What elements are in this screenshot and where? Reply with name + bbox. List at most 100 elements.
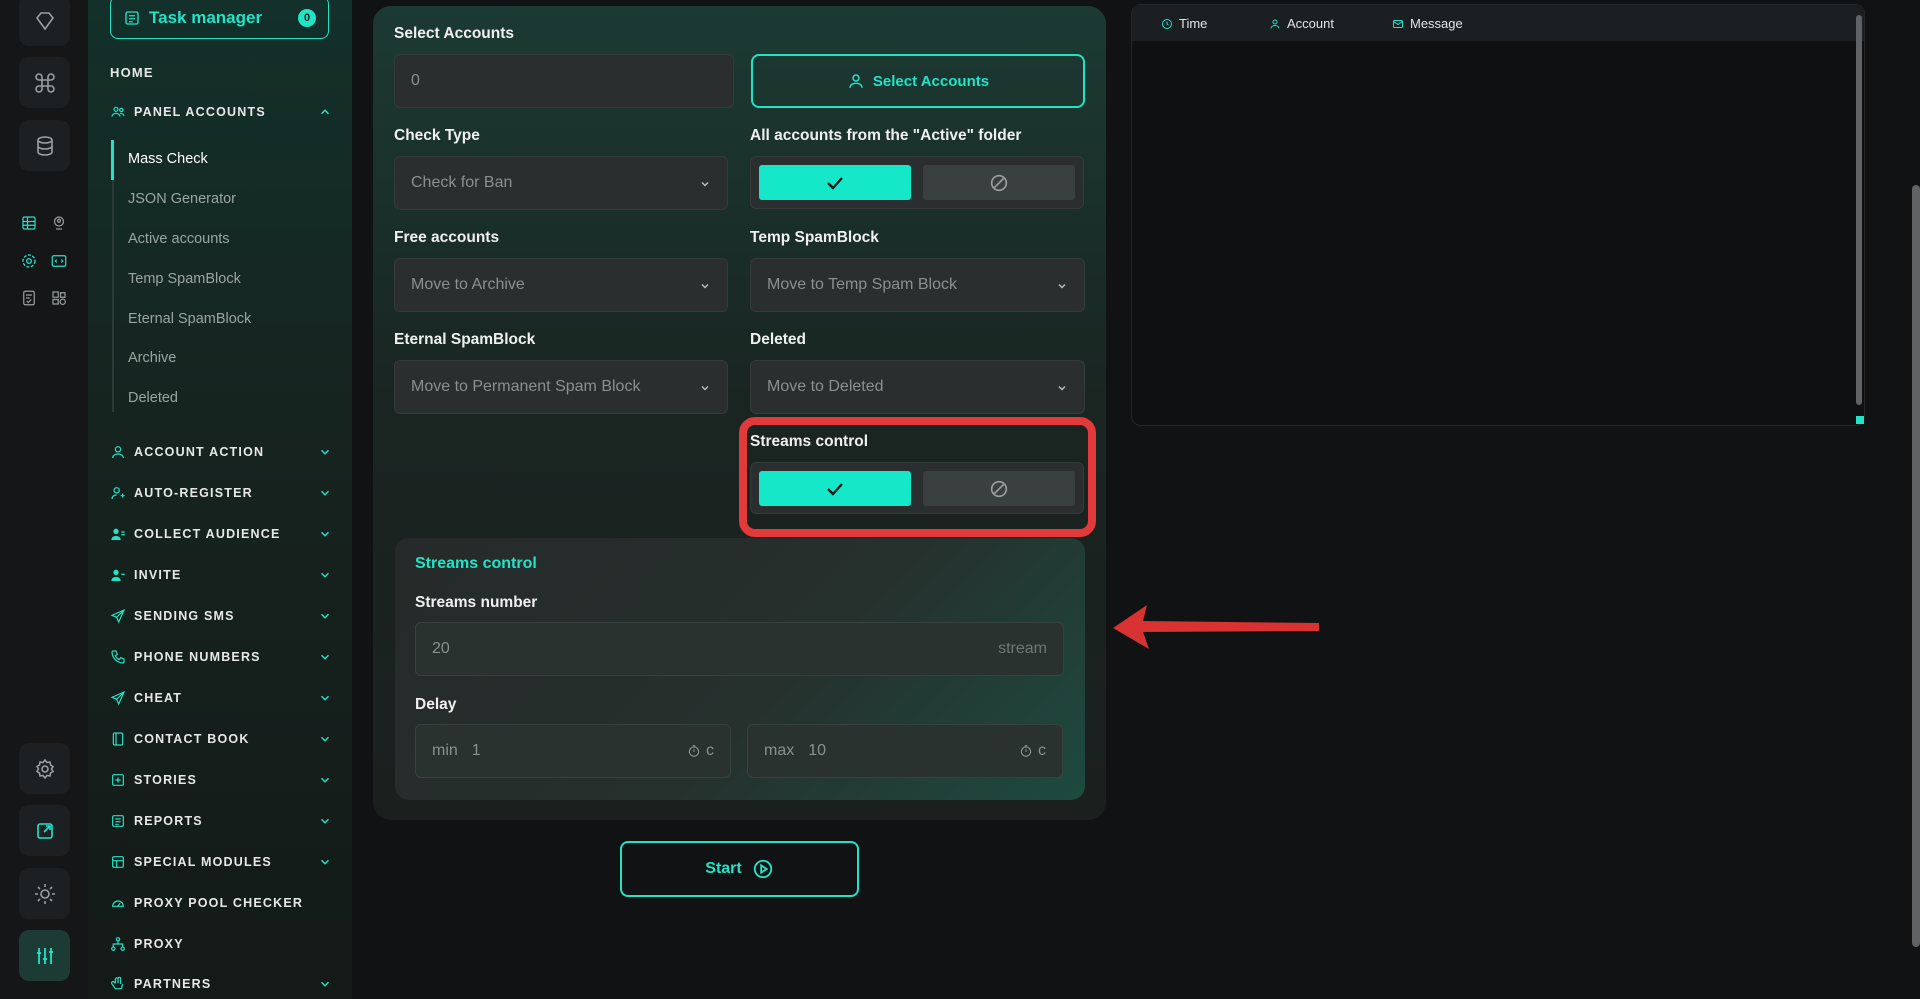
- section-special-modules[interactable]: SPECIAL MODULES: [110, 850, 332, 874]
- chevron-down-icon: [318, 855, 332, 869]
- code-window-icon[interactable]: [49, 251, 69, 271]
- section-label: AUTO-REGISTER: [134, 486, 253, 500]
- checklist-icon[interactable]: [19, 288, 39, 308]
- field-value: Move to Deleted: [767, 378, 884, 395]
- section-label: PANEL ACCOUNTS: [134, 105, 266, 119]
- section-partners[interactable]: PARTNERS: [110, 972, 332, 996]
- active-folder-label: All accounts from the "Active" folder: [750, 127, 1022, 144]
- section-label: PROXY POOL CHECKER: [134, 896, 304, 910]
- page-scrollbar[interactable]: [1912, 185, 1920, 947]
- chevron-down-icon: [699, 177, 711, 189]
- chevron-down-icon: [318, 445, 332, 459]
- deleted-select[interactable]: Move to Deleted: [750, 360, 1085, 414]
- sidebar-item-json-generator[interactable]: JSON Generator: [128, 191, 236, 207]
- sidebar-item-deleted[interactable]: Deleted: [128, 390, 178, 406]
- chevron-down-icon: [318, 486, 332, 500]
- section-sending-sms[interactable]: SENDING SMS: [110, 604, 332, 628]
- chevron-down-icon: [318, 568, 332, 582]
- check-icon: [827, 176, 843, 190]
- sliders-icon[interactable]: [19, 930, 70, 981]
- send-icon: [110, 690, 126, 706]
- select-accounts-count-field[interactable]: 0: [394, 54, 734, 108]
- section-label: CHEAT: [134, 691, 183, 705]
- annotation-arrow: [1113, 605, 1319, 649]
- diamond-icon[interactable]: [19, 0, 70, 46]
- section-contact-book[interactable]: CONTACT BOOK: [110, 727, 332, 751]
- section-cheat[interactable]: CHEAT: [110, 686, 332, 710]
- section-label: INVITE: [134, 568, 182, 582]
- user-icon: [849, 74, 863, 88]
- home-link[interactable]: HOME: [110, 65, 154, 80]
- select-accounts-label: Select Accounts: [394, 25, 515, 42]
- chevron-down-icon: [318, 773, 332, 787]
- section-phone-numbers[interactable]: PHONE NUMBERS: [110, 645, 332, 669]
- section-label: PROXY: [134, 937, 184, 951]
- log-scrollbar[interactable]: [1856, 15, 1862, 405]
- user-icon: [110, 444, 126, 460]
- deleted-label: Deleted: [750, 331, 806, 348]
- sidebar-item-temp-spamblock[interactable]: Temp SpamBlock: [128, 271, 241, 287]
- user-add-icon: [110, 485, 126, 501]
- external-link-icon[interactable]: [19, 805, 70, 856]
- column-label: Message: [1410, 16, 1463, 31]
- section-collect-audience[interactable]: COLLECT AUDIENCE: [110, 522, 332, 546]
- field-value: Move to Archive: [411, 276, 525, 293]
- toggle-on-button[interactable]: [759, 165, 911, 200]
- settings-icon[interactable]: [19, 743, 70, 794]
- log-header: Time Account Message: [1132, 5, 1864, 41]
- section-proxy-pool-checker[interactable]: PROXY POOL CHECKER: [110, 891, 332, 915]
- button-label: Select Accounts: [872, 72, 990, 90]
- delay-max-field[interactable]: max 10 c: [747, 724, 1063, 778]
- shapes-icon[interactable]: [49, 288, 69, 308]
- user-icon: [1270, 19, 1280, 29]
- log-column-message[interactable]: Message: [1392, 16, 1463, 31]
- timer-icon: [1020, 745, 1032, 757]
- eternal-spamblock-select[interactable]: Move to Permanent Spam Block: [394, 360, 728, 414]
- user-invite-icon: [110, 567, 126, 583]
- sidebar-item-active-accounts[interactable]: Active accounts: [128, 231, 230, 247]
- sidebar-item-archive[interactable]: Archive: [128, 350, 176, 366]
- resize-handle[interactable]: [1856, 416, 1864, 424]
- section-stories[interactable]: STORIES: [110, 768, 332, 792]
- section-label: COLLECT AUDIENCE: [134, 527, 281, 541]
- start-button[interactable]: Start: [620, 841, 859, 897]
- log-column-time[interactable]: Time: [1161, 16, 1207, 31]
- chevron-down-icon: [1056, 381, 1068, 393]
- toggle-off-button[interactable]: [923, 165, 1075, 200]
- temp-spamblock-select[interactable]: Move to Temp Spam Block: [750, 258, 1085, 312]
- user-pin-icon[interactable]: [49, 213, 69, 233]
- chevron-down-icon: [318, 691, 332, 705]
- task-manager-button[interactable]: Task manager 0: [110, 0, 329, 39]
- streams-card-title: Streams control: [415, 555, 537, 572]
- streams-number-field[interactable]: 20 stream: [415, 622, 1064, 676]
- sidebar-item-eternal-spamblock[interactable]: Eternal SpamBlock: [128, 311, 251, 327]
- gear-icon[interactable]: [19, 251, 39, 271]
- log-column-account[interactable]: Account: [1269, 16, 1334, 31]
- task-manager-label: Task manager: [149, 7, 263, 27]
- database-icon[interactable]: [19, 120, 70, 171]
- field-value: 20: [432, 640, 450, 657]
- section-panel-accounts[interactable]: PANEL ACCOUNTS: [110, 100, 332, 124]
- section-proxy[interactable]: PROXY: [110, 932, 332, 956]
- chevron-down-icon: [318, 609, 332, 623]
- sidebar-item-mass-check[interactable]: Mass Check: [128, 151, 208, 167]
- section-reports[interactable]: REPORTS: [110, 809, 332, 833]
- section-account-action[interactable]: ACCOUNT ACTION: [110, 440, 332, 464]
- users-icon: [110, 526, 126, 542]
- section-auto-register[interactable]: AUTO-REGISTER: [110, 481, 332, 505]
- section-label: PARTNERS: [134, 977, 212, 991]
- delay-min-value: 1: [471, 742, 481, 759]
- free-accounts-select[interactable]: Move to Archive: [394, 258, 728, 312]
- delay-min-field[interactable]: min 1 c: [415, 724, 731, 778]
- check-type-select[interactable]: Check for Ban: [394, 156, 728, 210]
- chevron-down-icon: [318, 527, 332, 541]
- section-label: SPECIAL MODULES: [134, 855, 272, 869]
- select-accounts-button[interactable]: Select Accounts: [751, 54, 1085, 108]
- section-invite[interactable]: INVITE: [110, 563, 332, 587]
- eternal-spamblock-label: Eternal SpamBlock: [394, 331, 536, 348]
- check-type-label: Check Type: [394, 127, 480, 144]
- free-accounts-label: Free accounts: [394, 229, 500, 246]
- sun-icon[interactable]: [19, 868, 70, 919]
- command-icon[interactable]: [19, 57, 70, 108]
- table-icon[interactable]: [19, 213, 39, 233]
